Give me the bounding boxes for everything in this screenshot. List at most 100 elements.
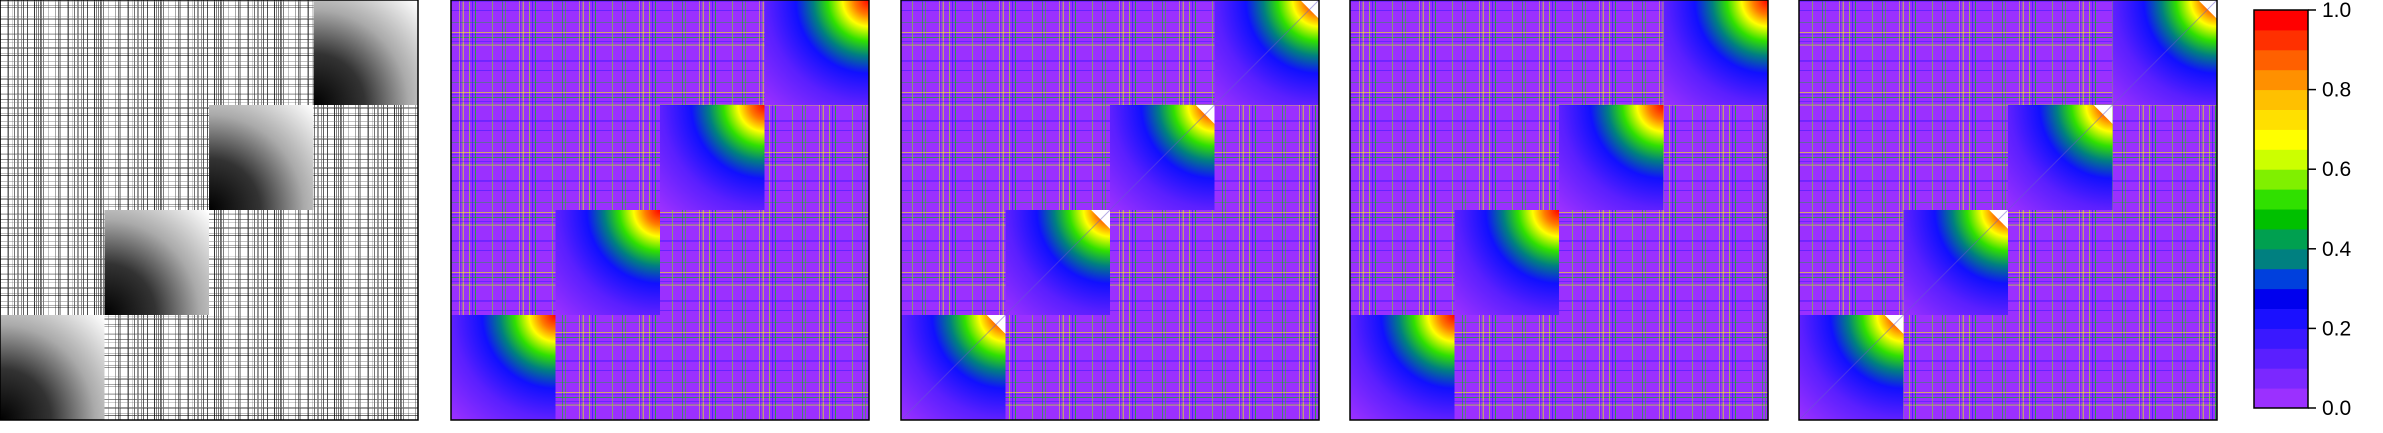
colorbar-tick-label: 0.6 bbox=[2322, 158, 2351, 181]
heatmap-block-r3-c1 bbox=[1350, 210, 1455, 315]
heatmap-block-r4-c2 bbox=[1903, 315, 2008, 420]
heatmap-block-r1-c1 bbox=[901, 0, 1006, 105]
heatmap-block-r2-c4 bbox=[2112, 105, 2217, 210]
heatmap-panel-4 bbox=[1349, 0, 1769, 421]
heatmap-block-r1-c1 bbox=[1799, 0, 1904, 105]
heatmap-block-r2-c2 bbox=[555, 105, 660, 210]
heatmap-block-r3-c2 bbox=[104, 210, 209, 315]
colorbar-segment bbox=[2254, 29, 2308, 51]
colorbar-segment bbox=[2254, 129, 2308, 150]
colorbar-segment bbox=[2254, 149, 2308, 170]
colorbar-segment bbox=[2254, 328, 2308, 349]
heatmap-block-r2-c1 bbox=[0, 105, 105, 210]
heatmap-block-r3-c2 bbox=[555, 210, 660, 315]
figure-canvas: 0.0 0.2 0.4 0.6 0.8 1.0 bbox=[0, 0, 2352, 421]
colorbar-segment bbox=[2254, 348, 2308, 369]
heatmap-block-r3-c4 bbox=[313, 210, 418, 315]
heatmap-block-r3-c3 bbox=[1559, 210, 1664, 315]
heatmap-block-r2-c4 bbox=[764, 105, 869, 210]
colorbar-segment bbox=[2254, 10, 2308, 31]
heatmap-block-r4-c2 bbox=[1005, 315, 1110, 420]
colorbar-tick-label: 0.0 bbox=[2322, 397, 2351, 420]
heatmap-block-r2-c3 bbox=[209, 105, 314, 210]
heatmap-block-r1-c1 bbox=[0, 0, 105, 105]
heatmap-block-r2-c4 bbox=[1663, 105, 1768, 210]
heatmap-block-r3-c1 bbox=[0, 210, 105, 315]
heatmap-block-r2-c1 bbox=[451, 105, 556, 210]
heatmap-block-r2-c1 bbox=[1350, 105, 1455, 210]
colorbar-segment bbox=[2254, 368, 2308, 389]
heatmap-block-r1-c1 bbox=[1350, 0, 1455, 105]
heatmap-block-r4-c3 bbox=[2008, 315, 2113, 420]
heatmap-block-r2-c2 bbox=[1903, 105, 2008, 210]
heatmap-block-r1-c3 bbox=[2008, 0, 2113, 105]
heatmap-block-r1-c3 bbox=[660, 0, 765, 105]
heatmap-block-r3-c3 bbox=[1110, 210, 1215, 315]
heatmap-block-r2-c4 bbox=[313, 105, 418, 210]
heatmap-block-r1-c2 bbox=[104, 0, 209, 105]
heatmap-block-r4-c4 bbox=[313, 315, 418, 420]
heatmap-block-r2-c1 bbox=[1799, 105, 1904, 210]
heatmap-block-r1-c2 bbox=[1005, 0, 1110, 105]
colorbar-segment bbox=[2254, 228, 2308, 250]
colorbar-segment bbox=[2254, 109, 2308, 130]
heatmap-block-r1-c2 bbox=[1454, 0, 1559, 105]
heatmap-block-r3-c1 bbox=[451, 210, 556, 315]
heatmap-block-r3-c4 bbox=[2112, 210, 2217, 315]
heatmap-block-r2-c4 bbox=[1214, 105, 1319, 210]
heatmap-block-r1-c1 bbox=[451, 0, 556, 105]
heatmap-block-r3-c3 bbox=[209, 210, 314, 315]
heatmap-block-r4-c3 bbox=[1559, 315, 1664, 420]
colorbar-segment bbox=[2254, 169, 2308, 190]
heatmap-block-r3-c4 bbox=[764, 210, 869, 315]
heatmap-block-r3-c1 bbox=[1799, 210, 1904, 315]
heatmap-block-r4-c3 bbox=[660, 315, 765, 420]
heatmap-block-r1-c2 bbox=[1903, 0, 2008, 105]
colorbar-segment bbox=[2254, 268, 2308, 290]
heatmap-block-r3-c3 bbox=[2008, 210, 2113, 315]
heatmap-block-r4-c1 bbox=[1350, 315, 1455, 420]
colorbar: 0.0 0.2 0.4 0.6 0.8 1.0 bbox=[2253, 0, 2352, 420]
colorbar-segment bbox=[2254, 288, 2308, 309]
heatmap-panel-1 bbox=[0, 0, 419, 421]
heatmap-block-r1-c4 bbox=[1663, 0, 1768, 105]
heatmap-block-r1-c3 bbox=[1110, 0, 1215, 105]
heatmap-block-r1-c4 bbox=[313, 0, 418, 105]
heatmap-block-r4-c2 bbox=[555, 315, 660, 420]
colorbar-segment bbox=[2254, 308, 2308, 329]
heatmap-block-r2-c2 bbox=[1454, 105, 1559, 210]
heatmap-block-r4-c2 bbox=[104, 315, 209, 420]
heatmap-block-r3-c3 bbox=[660, 210, 765, 315]
heatmap-block-r2-c2 bbox=[1005, 105, 1110, 210]
heatmap-block-r2-c3 bbox=[1559, 105, 1664, 210]
heatmap-block-r3-c2 bbox=[1454, 210, 1559, 315]
heatmap-block-r4-c3 bbox=[209, 315, 314, 420]
heatmap-block-r4-c4 bbox=[1663, 315, 1768, 420]
heatmap-block-r4-c3 bbox=[1110, 315, 1215, 420]
heatmap-panel-2 bbox=[450, 0, 870, 421]
colorbar-tick-label: 0.8 bbox=[2322, 79, 2351, 102]
heatmap-block-r1-c3 bbox=[209, 0, 314, 105]
heatmap-block-r4-c1 bbox=[451, 315, 556, 420]
heatmap-panel-5 bbox=[1798, 0, 2218, 421]
colorbar-tick-label: 0.4 bbox=[2322, 238, 2352, 261]
heatmap-block-r4-c4 bbox=[2112, 315, 2217, 420]
heatmap-panel-3 bbox=[900, 0, 1320, 421]
heatmap-block-r3-c4 bbox=[1214, 210, 1319, 315]
heatmap-block-r2-c2 bbox=[104, 105, 209, 210]
heatmap-block-r4-c2 bbox=[1454, 315, 1559, 420]
colorbar-tick-label: 1.0 bbox=[2322, 0, 2351, 22]
heatmap-block-r2-c1 bbox=[901, 105, 1006, 210]
heatmap-block-r4-c4 bbox=[1214, 315, 1319, 420]
heatmap-block-r3-c4 bbox=[1663, 210, 1768, 315]
heatmap-block-r3-c1 bbox=[901, 210, 1006, 315]
heatmap-block-r1-c4 bbox=[764, 0, 869, 105]
colorbar-segment bbox=[2254, 49, 2308, 71]
colorbar-segment bbox=[2254, 388, 2308, 409]
heatmap-block-r1-c3 bbox=[1559, 0, 1664, 105]
colorbar-segment bbox=[2254, 89, 2308, 110]
colorbar-segment bbox=[2254, 69, 2308, 91]
colorbar-segment bbox=[2254, 248, 2308, 270]
heatmap-block-r4-c1 bbox=[0, 315, 105, 420]
heatmap-panels bbox=[0, 0, 2218, 421]
